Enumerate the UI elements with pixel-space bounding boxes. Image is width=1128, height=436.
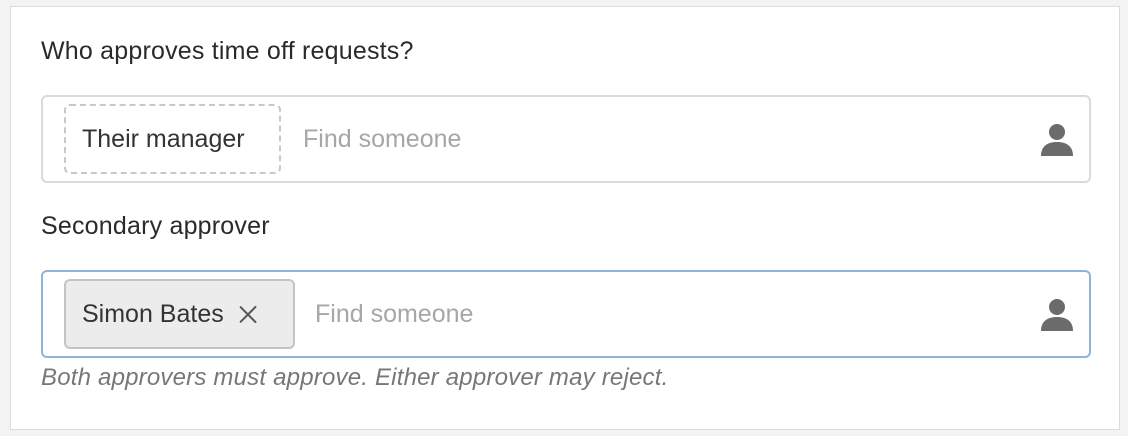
token-label: Their manager (82, 124, 245, 153)
person-icon (1041, 124, 1073, 156)
their-manager-token: Their manager (64, 104, 281, 174)
primary-approver-label: Who approves time off requests? (41, 37, 414, 65)
token-label: Simon Bates (82, 299, 224, 328)
secondary-approver-label: Secondary approver (41, 212, 270, 240)
simon-bates-token: Simon Bates (64, 279, 295, 349)
close-icon[interactable] (238, 304, 258, 324)
person-icon (1041, 299, 1073, 331)
secondary-search-input[interactable] (315, 292, 1005, 336)
secondary-approver-picker[interactable]: Simon Bates (41, 270, 1091, 358)
approval-help-text: Both approvers must approve. Either appr… (41, 364, 669, 391)
primary-approver-picker[interactable]: Their manager (41, 95, 1091, 183)
primary-search-input[interactable] (303, 117, 1003, 161)
approvers-panel: Who approves time off requests? Their ma… (10, 6, 1120, 430)
